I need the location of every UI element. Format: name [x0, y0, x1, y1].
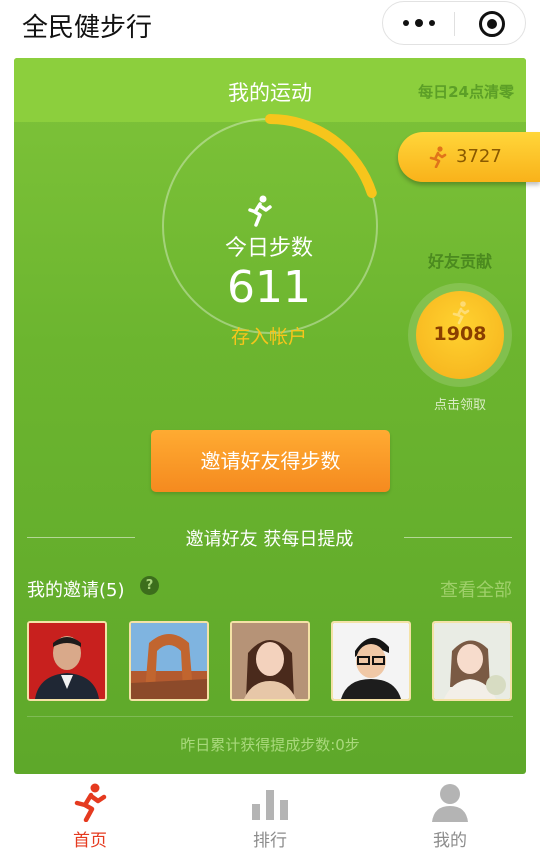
- dot-icon: [403, 20, 409, 26]
- user-icon: [432, 784, 468, 822]
- tab-ranking-label: 排行: [253, 831, 287, 851]
- invite-reward-caption: 邀请好友 获每日提成: [185, 529, 354, 550]
- my-invites-label: 我的邀请(5): [27, 580, 125, 601]
- friend-steps-value: 1908: [433, 323, 487, 345]
- yesterday-commission-text: 昨日累计获得提成步数:0步: [180, 736, 360, 754]
- app-title: 全民健步行: [22, 13, 153, 43]
- divider-line: [27, 537, 135, 538]
- faint-walker-icon: [452, 301, 470, 325]
- ring-progress-arc: [265, 114, 377, 198]
- claim-hint: 点击领取: [433, 398, 486, 413]
- section-divider: [27, 716, 513, 717]
- total-steps-badge[interactable]: 3727: [398, 132, 540, 182]
- invitee-avatar[interactable]: [27, 621, 107, 701]
- tab-mine[interactable]: 我的: [360, 774, 540, 852]
- view-all-link[interactable]: 查看全部: [440, 576, 512, 602]
- reset-note: 每日24点清零: [418, 83, 514, 101]
- dot-icon: [415, 19, 423, 27]
- total-steps-value: 3727: [456, 146, 502, 167]
- bar-chart-icon: [252, 790, 288, 820]
- dot-icon: [429, 20, 435, 26]
- friend-contribution-label: 好友贡献: [427, 252, 492, 271]
- tab-bar: 首页 排行 我的: [0, 774, 540, 852]
- today-steps-label: 今日步数: [224, 236, 313, 261]
- capsule-separator: [454, 12, 455, 36]
- invitee-avatar[interactable]: [129, 621, 209, 701]
- divider-line: [404, 537, 512, 538]
- tab-home-label: 首页: [73, 831, 107, 851]
- friend-contribution-bubble[interactable]: 1908: [416, 291, 504, 379]
- invitee-avatar[interactable]: [230, 621, 310, 701]
- close-mini-program-icon[interactable]: [479, 11, 505, 37]
- invitee-avatar[interactable]: [331, 621, 411, 701]
- more-menu-button[interactable]: [383, 2, 455, 44]
- tab-ranking[interactable]: 排行: [180, 774, 360, 852]
- deposit-to-account-link[interactable]: 存入帐户: [144, 322, 394, 349]
- mini-program-capsule: [382, 1, 526, 45]
- top-bar: 全民健步行: [0, 0, 540, 50]
- running-man-icon: [74, 783, 107, 822]
- tab-home[interactable]: 首页: [0, 774, 180, 852]
- tab-mine-label: 我的: [433, 831, 467, 851]
- runner-icon: [248, 195, 272, 227]
- walker-icon: [429, 146, 447, 168]
- invitee-avatar[interactable]: [432, 621, 512, 701]
- help-icon[interactable]: ?: [140, 576, 159, 595]
- today-steps-count: 611: [227, 262, 311, 313]
- invite-friends-button[interactable]: 邀请好友得步数: [151, 430, 390, 492]
